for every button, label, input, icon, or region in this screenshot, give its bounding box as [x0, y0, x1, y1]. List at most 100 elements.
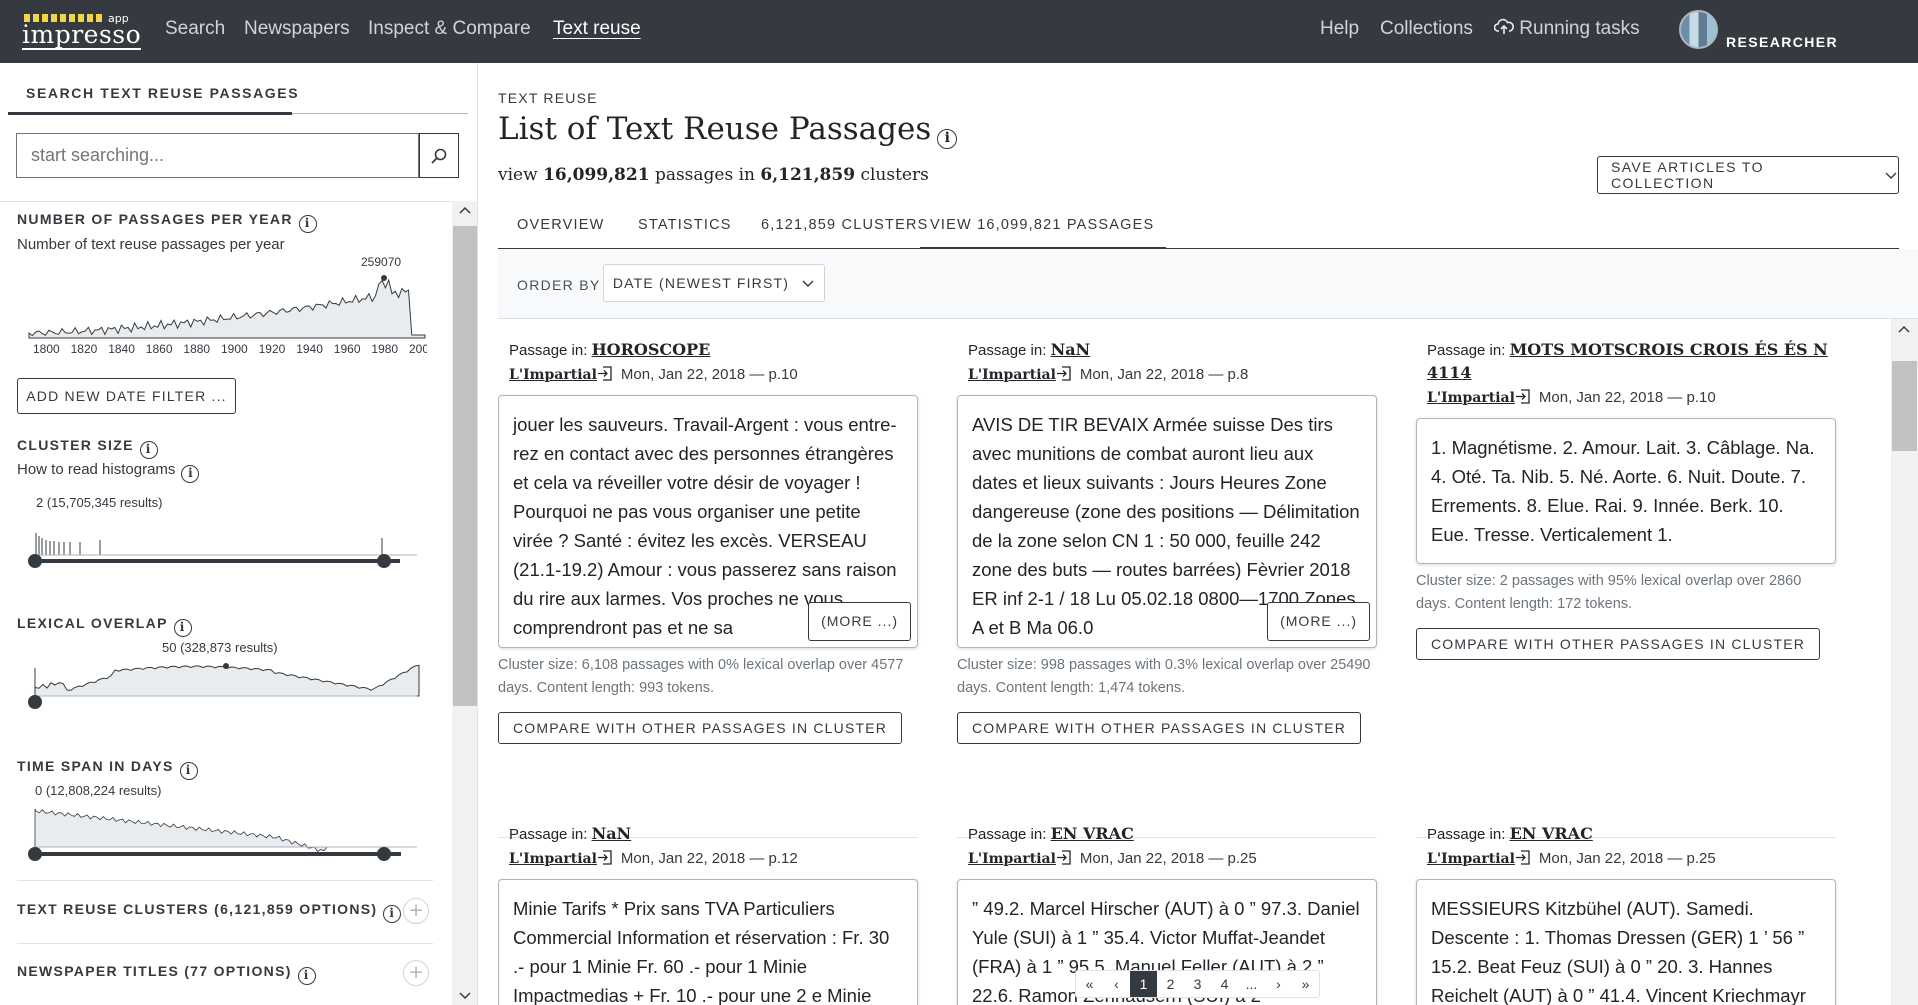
impresso-logo[interactable]: app impresso [22, 12, 142, 52]
time-span-histogram[interactable]: 0 (12,808,224 results) [17, 781, 427, 861]
histogram-tick-label: 1920 [259, 342, 286, 353]
passage-title-link[interactable]: HOROSCOPE [592, 340, 711, 359]
facet-clusters-label[interactable]: TEXT REUSE CLUSTERS (6,121,859 OPTIONS) i [17, 901, 402, 923]
how-to-read-text: How to read histograms [17, 461, 176, 478]
prev-page-button[interactable]: ‹ [1103, 971, 1130, 997]
next-page-button[interactable]: › [1265, 971, 1292, 997]
search-button[interactable] [419, 133, 459, 178]
lexical-overlap-value-label: 50 (328,873 results) [162, 640, 278, 655]
newspaper-link[interactable]: L'Impartial [968, 851, 1056, 867]
more-button[interactable]: (MORE ...) [808, 602, 911, 641]
passage-title-link[interactable]: EN VRAC [1510, 824, 1593, 843]
scroll-up-icon[interactable] [457, 205, 473, 215]
expand-plus-icon[interactable]: + [403, 898, 429, 924]
save-to-collection-button[interactable]: SAVE ARTICLES TO COLLECTION [1597, 156, 1899, 194]
more-button[interactable]: (MORE ...) [1267, 602, 1370, 641]
lexical-overlap-handle[interactable] [28, 695, 42, 709]
last-page-button[interactable]: » [1292, 971, 1319, 997]
page-summary: view 16,099,821 passages in 6,121,859 cl… [498, 165, 929, 185]
expand-plus-icon[interactable]: + [403, 960, 429, 986]
main-scroll-thumb[interactable] [1892, 361, 1917, 451]
open-external-icon[interactable] [1515, 850, 1531, 865]
info-icon[interactable]: i [383, 905, 402, 923]
cluster-size-handle-min[interactable] [28, 554, 42, 568]
page-1-button[interactable]: 1 [1130, 971, 1157, 997]
compare-button[interactable]: COMPARE WITH OTHER PASSAGES IN CLUSTER [498, 712, 903, 744]
passages-per-year-label: NUMBER OF PASSAGES PER YEAR i [17, 211, 317, 233]
info-icon[interactable]: i [139, 441, 158, 459]
time-span-handle-min[interactable] [28, 847, 42, 861]
open-external-icon[interactable] [597, 366, 613, 381]
newspaper-link[interactable]: L'Impartial [1427, 390, 1515, 406]
running-tasks-label: Running tasks [1519, 18, 1640, 39]
save-to-collection-label: SAVE ARTICLES TO COLLECTION [1611, 159, 1764, 191]
cluster-size-histogram[interactable]: 2 (15,705,345 results) [17, 493, 427, 573]
compare-button[interactable]: COMPARE WITH OTHER PASSAGES IN CLUSTER [1416, 628, 1821, 660]
cluster-size-bars [35, 533, 383, 555]
sidebar-scroll-thumb[interactable] [453, 226, 477, 706]
nav-running-tasks[interactable]: Running tasks [1493, 18, 1640, 40]
info-icon[interactable]: i [179, 762, 198, 780]
nav-inspect-compare[interactable]: Inspect & Compare [368, 18, 531, 40]
compare-button[interactable]: COMPARE WITH OTHER PASSAGES IN CLUSTER [957, 712, 1362, 744]
first-page-button[interactable]: « [1076, 971, 1103, 997]
search-input[interactable] [17, 134, 419, 177]
main-scrollbar[interactable] [1891, 319, 1918, 1005]
nav-collections[interactable]: Collections [1380, 18, 1473, 40]
passage-heading: Passage in: EN VRAC [968, 823, 1377, 846]
lexical-overlap-histogram[interactable]: 50 (328,873 results) [17, 638, 427, 718]
passage-title-link[interactable]: NaN [1051, 340, 1091, 359]
histogram-tick-label: 1860 [146, 342, 173, 353]
open-external-icon[interactable] [597, 850, 613, 865]
passages-per-year-histogram[interactable]: 259070 1800 1820 1840 1860 1880 1900 1920 1940 1… [17, 253, 427, 353]
lexical-overlap-area [34, 664, 420, 697]
tab-statistics[interactable]: STATISTICS [638, 212, 732, 233]
passage-date: Mon, Jan 22, 2018 — p.12 [620, 850, 798, 867]
newspaper-link[interactable]: L'Impartial [1427, 851, 1515, 867]
nav-newspapers[interactable]: Newspapers [244, 18, 350, 40]
facet-newspapers-label[interactable]: NEWSPAPER TITLES (77 OPTIONS) i [17, 963, 316, 985]
info-icon[interactable]: i [297, 967, 316, 985]
info-icon[interactable]: i [298, 215, 317, 233]
tab-passages[interactable]: VIEW 16,099,821 PASSAGES [920, 212, 1166, 250]
passage-title-link[interactable]: NaN [592, 824, 632, 843]
scroll-up-icon[interactable] [1896, 324, 1912, 334]
how-to-read-histograms[interactable]: How to read histograms i [17, 461, 200, 483]
newspaper-link[interactable]: L'Impartial [968, 367, 1056, 383]
sidebar-tab-active-line [8, 112, 292, 115]
info-icon[interactable]: i [181, 465, 200, 483]
time-span-handle-max[interactable] [377, 847, 391, 861]
passage-title-link[interactable]: EN VRAC [1051, 824, 1134, 843]
nav-search[interactable]: Search [165, 18, 225, 40]
open-external-icon[interactable] [1515, 389, 1531, 404]
info-icon[interactable]: i [173, 619, 192, 637]
nav-help[interactable]: Help [1320, 18, 1359, 40]
tab-clusters[interactable]: 6,121,859 CLUSTERS [761, 212, 929, 233]
page-3-button[interactable]: 3 [1184, 971, 1211, 997]
order-by-select[interactable]: DATE (NEWEST FIRST) [603, 264, 825, 302]
histogram-peak-marker [381, 275, 387, 281]
cluster-size-handle-max[interactable] [377, 554, 391, 568]
passage-in-label: Passage in: [1427, 826, 1506, 843]
info-icon[interactable]: i [937, 129, 958, 149]
open-external-icon[interactable] [1056, 366, 1072, 381]
newspaper-link[interactable]: L'Impartial [509, 851, 597, 867]
passage-text-box: 1. Magnétisme. 2. Amour. Lait. 3. Câblag… [1416, 418, 1836, 564]
user-avatar[interactable] [1679, 10, 1718, 49]
user-role[interactable]: RESEARCHER [1726, 34, 1838, 50]
passage-in-label: Passage in: [509, 342, 588, 359]
open-external-icon[interactable] [1056, 850, 1072, 865]
pagination: « ‹ 1 2 3 4 ... › » [1075, 970, 1320, 998]
facet-divider [17, 943, 433, 944]
nav-text-reuse[interactable]: Text reuse [553, 18, 641, 40]
scroll-down-icon[interactable] [457, 991, 473, 1001]
passage-date: Mon, Jan 22, 2018 — p.10 [1538, 389, 1716, 406]
add-date-filter-button[interactable]: ADD NEW DATE FILTER ... [17, 378, 236, 414]
page-4-button[interactable]: 4 [1211, 971, 1238, 997]
order-bar: ORDER BY DATE (NEWEST FIRST) [498, 249, 1918, 319]
newspaper-link[interactable]: L'Impartial [509, 367, 597, 383]
cluster-size-label: CLUSTER SIZE i [17, 437, 158, 459]
page-2-button[interactable]: 2 [1157, 971, 1184, 997]
tab-overview[interactable]: OVERVIEW [517, 212, 605, 233]
chevron-down-icon [1885, 172, 1897, 179]
